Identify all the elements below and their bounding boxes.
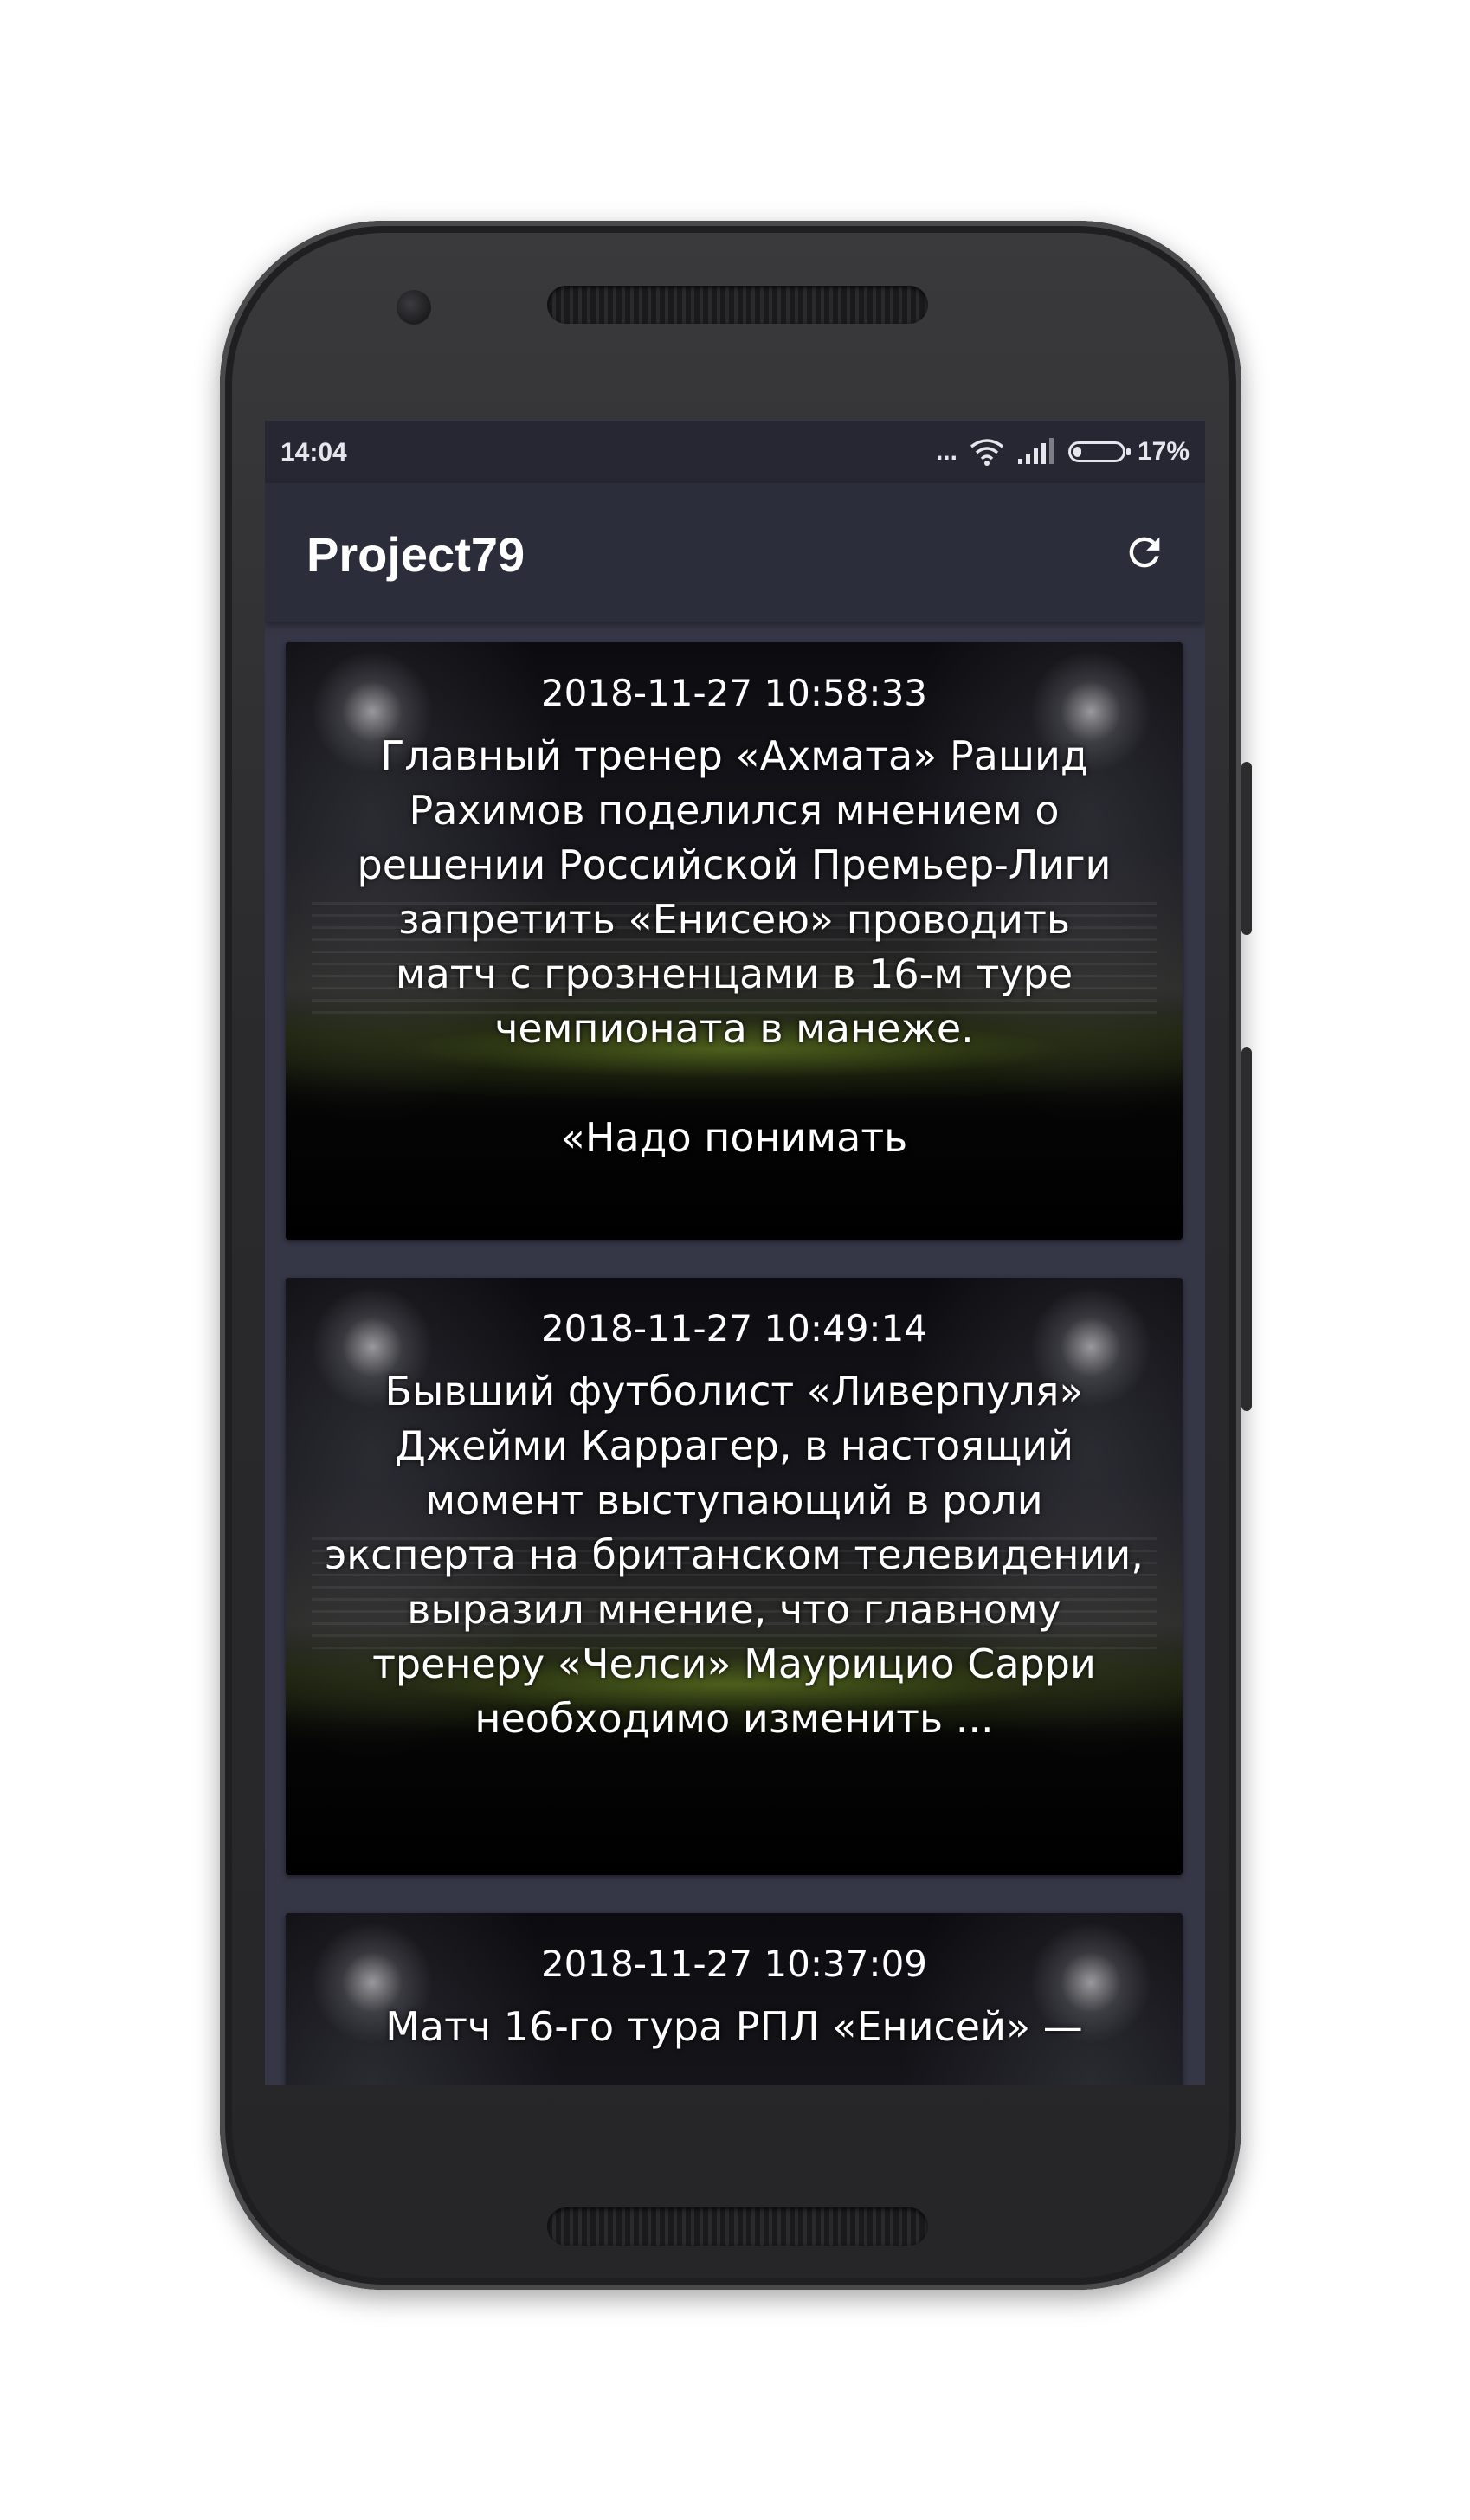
status-bar: 14:04 ... 17% (265, 421, 1205, 483)
app-title: Project79 (306, 527, 525, 582)
status-icons: ... 17% (936, 433, 1190, 471)
news-card[interactable]: 2018-11-27 10:49:14 Бывший футболист «Ли… (286, 1278, 1183, 1875)
battery-icon (1067, 441, 1131, 462)
news-date: 2018-11-27 10:37:09 (540, 1943, 928, 1985)
news-text: Матч 16-го тура РПЛ «Енисей» — (385, 2003, 1083, 2050)
battery-level (1073, 447, 1081, 457)
notification-dots: ... (935, 437, 957, 466)
front-camera (397, 290, 431, 325)
volume-button (1241, 1047, 1252, 1411)
bottom-speaker (547, 2207, 928, 2246)
power-button (1241, 762, 1252, 935)
refresh-button[interactable] (1117, 525, 1172, 580)
refresh-icon (1129, 537, 1160, 568)
status-time: 14:04 (280, 438, 347, 467)
battery-percent: 17% (1137, 437, 1190, 466)
news-card[interactable]: 2018-11-27 10:58:33 Главный тренер «Ахма… (286, 642, 1183, 1240)
news-text: Главный тренер «Ахмата» Рашид Рахимов по… (357, 732, 1112, 1161)
news-text: Бывший футболист «Ливерпуля» Джейми Карр… (325, 1368, 1144, 1742)
news-date: 2018-11-27 10:49:14 (540, 1307, 928, 1350)
news-feed[interactable]: 2018-11-27 10:58:33 Главный тренер «Ахма… (265, 622, 1205, 2085)
card-content: 2018-11-27 10:58:33 Главный тренер «Ахма… (286, 668, 1183, 1162)
wifi-icon (970, 439, 1004, 466)
card-content: 2018-11-27 10:37:09 Матч 16-го тура РПЛ … (286, 1939, 1183, 2085)
news-date: 2018-11-27 10:58:33 (540, 672, 928, 714)
earpiece-speaker (547, 286, 928, 324)
screen: 14:04 ... 17% Project79 2018-11-27 10:58… (265, 421, 1205, 2085)
news-card[interactable]: 2018-11-27 10:37:09 Матч 16-го тура РПЛ … (286, 1913, 1183, 2085)
app-bar: Project79 (265, 483, 1205, 622)
signal-icon (1017, 438, 1054, 464)
card-content: 2018-11-27 10:49:14 Бывший футболист «Ли… (286, 1304, 1183, 1797)
